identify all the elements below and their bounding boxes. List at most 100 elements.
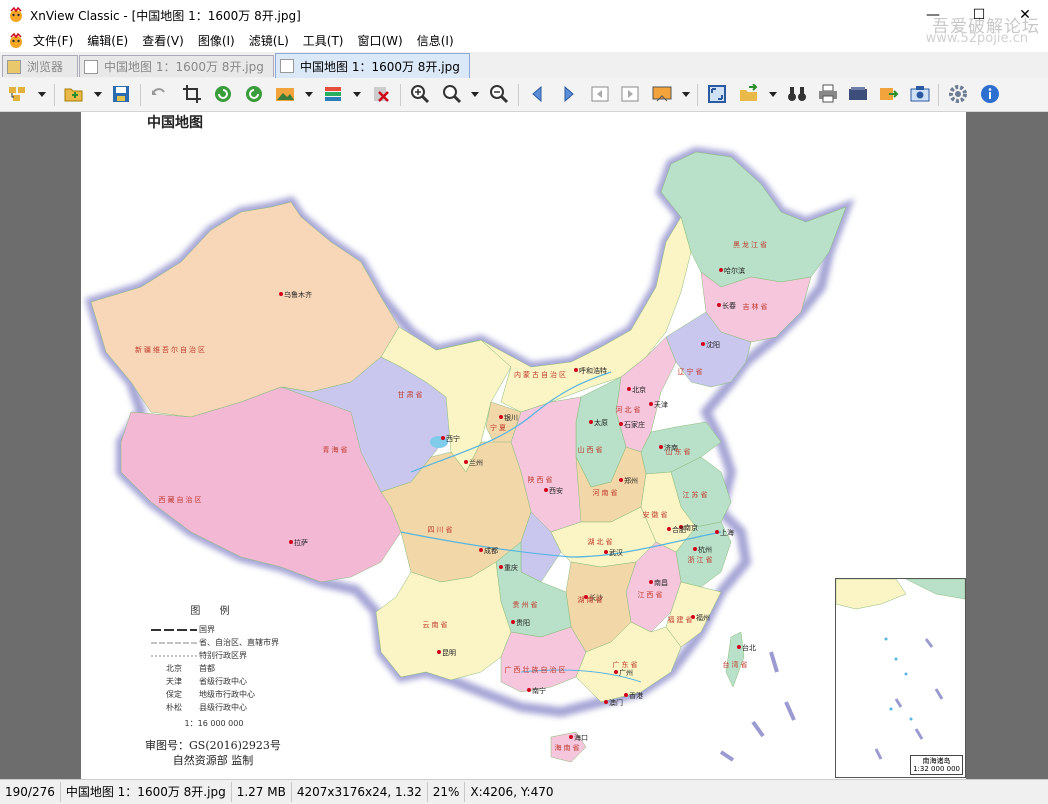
city-marker [279,292,283,296]
region-label: 福建省 [668,615,695,624]
region-label: 山东省 [666,447,693,456]
legend-label: 省级行政中心 [199,677,247,686]
legend-symbol: 保定 [166,690,182,699]
legend-label: 地级市行政中心 [199,690,255,699]
legend-label: 县级行政中心 [199,703,247,712]
map-legend: 图 例 国界 省、自治区、直辖市界 特别行政区界 北京 首都 天津 省级行政中心 保… [149,602,279,729]
chevron-down-icon[interactable] [471,92,479,97]
zoom-in-button[interactable] [409,83,431,105]
menu-edit[interactable]: 编辑(E) [80,30,135,52]
undo-button[interactable] [148,83,170,105]
menu-tools[interactable]: 工具(T) [296,30,351,52]
city-marker [649,580,653,584]
menu-window[interactable]: 窗口(W) [350,30,409,52]
slideshow-button[interactable] [651,83,673,105]
last-button[interactable] [619,83,641,105]
close-button[interactable]: ✕ [1002,0,1048,30]
city-marker [441,436,445,440]
menu-file[interactable]: 文件(F) [26,30,80,52]
binoculars-button[interactable] [786,83,808,105]
city-label: 西宁 [446,434,460,443]
print-button[interactable] [817,83,839,105]
scanner-icon [849,87,867,100]
zoom-out-button[interactable] [488,83,510,105]
region-label: 江苏省 [683,490,710,499]
region-label: 陕西省 [528,475,555,484]
toolbar [0,78,1048,112]
city-label: 成都 [484,546,498,555]
map-scale: 1：16 000 000 [184,719,244,728]
fullscreen-button[interactable] [706,83,728,105]
browser-button[interactable] [7,83,29,105]
region-label: 湖北省 [588,537,615,546]
region-label: 浙江省 [688,555,715,564]
status-filename: 中国地图 1：1600万 8开.jpg [61,782,232,802]
minimize-button[interactable]: — [910,0,956,30]
menu-info[interactable]: 信息(I) [410,30,461,52]
image-viewer[interactable]: 中国地图 乌鲁木齐 拉萨 西宁 兰州 银川 呼和浩特 北京 天津 石家庄 太原 … [0,112,1048,779]
rotate-right-button[interactable] [243,83,265,105]
menu-image[interactable]: 图像(I) [191,30,242,52]
region-label: 青海省 [323,445,350,454]
region-label: 山西省 [578,445,605,454]
chevron-down-icon[interactable] [769,92,777,97]
save-icon [113,86,129,102]
open-button[interactable] [63,83,85,105]
tab-image-1[interactable]: 中国地图 1：1600万 8开.jpg [79,55,274,77]
tab-image-2[interactable]: 中国地图 1：1600万 8开.jpg [275,53,470,78]
chevron-down-icon[interactable] [305,92,313,97]
zoom-in-icon [411,85,430,104]
city-marker [499,565,503,569]
print-icon [819,84,837,103]
city-marker [627,387,631,391]
south-china-sea-inset: 南海诸岛 1:32 000 000 [835,578,966,778]
first-button[interactable] [589,83,611,105]
city-label: 海口 [574,733,588,742]
city-marker [701,342,705,346]
chevron-down-icon[interactable] [682,92,690,97]
map-image[interactable]: 中国地图 乌鲁木齐 拉萨 西宁 兰州 银川 呼和浩特 北京 天津 石家庄 太原 … [81,112,966,779]
color-button[interactable] [322,83,344,105]
chevron-down-icon[interactable] [38,92,46,97]
region-taiwan [725,631,745,688]
legend-label: 国界 [199,625,215,634]
menu-filter[interactable]: 滤镜(L) [242,30,296,52]
save-button[interactable] [110,83,132,105]
crop-button[interactable] [181,83,203,105]
tab-browser[interactable]: 浏览器 [2,55,78,77]
adjust-button[interactable] [274,83,296,105]
city-marker [737,645,741,649]
region-label: 安徽省 [643,510,670,519]
document-menu-icon[interactable] [8,33,24,49]
next-button[interactable] [557,83,579,105]
city-label: 西安 [549,486,563,495]
menu-view[interactable]: 查看(V) [135,30,191,52]
fullscreen-icon [708,85,726,103]
menu-bar: 文件(F) 编辑(E) 查看(V) 图像(I) 滤镜(L) 工具(T) 窗口(W… [0,30,1048,52]
settings-button[interactable] [947,83,969,105]
chevron-down-icon[interactable] [94,92,102,97]
previous-button[interactable] [527,83,549,105]
city-label: 兰州 [469,458,483,467]
region-label: 台湾省 [723,660,750,669]
status-coords: X:4206, Y:470 [470,785,554,799]
chevron-down-icon[interactable] [353,92,361,97]
city-marker [464,460,468,464]
zoom-fit-button[interactable] [441,83,463,105]
status-index: 190/276 [0,782,61,802]
city-label: 北京 [632,385,646,394]
city-marker [589,420,593,424]
maximize-button[interactable]: ☐ [956,0,1002,30]
scanner-button[interactable] [847,83,869,105]
city-marker [715,530,719,534]
window-title: XnView Classic - [中国地图 1：1600万 8开.jpg] [30,8,301,23]
info-button[interactable] [979,83,1001,105]
rotate-left-button[interactable] [212,83,234,105]
adjust-icon [276,88,294,101]
export-button[interactable] [738,83,760,105]
capture-button[interactable] [909,83,931,105]
convert-button[interactable] [878,83,900,105]
delete-button[interactable] [370,83,392,105]
legend-title: 图 例 [190,606,238,617]
city-label: 广州 [619,668,633,677]
